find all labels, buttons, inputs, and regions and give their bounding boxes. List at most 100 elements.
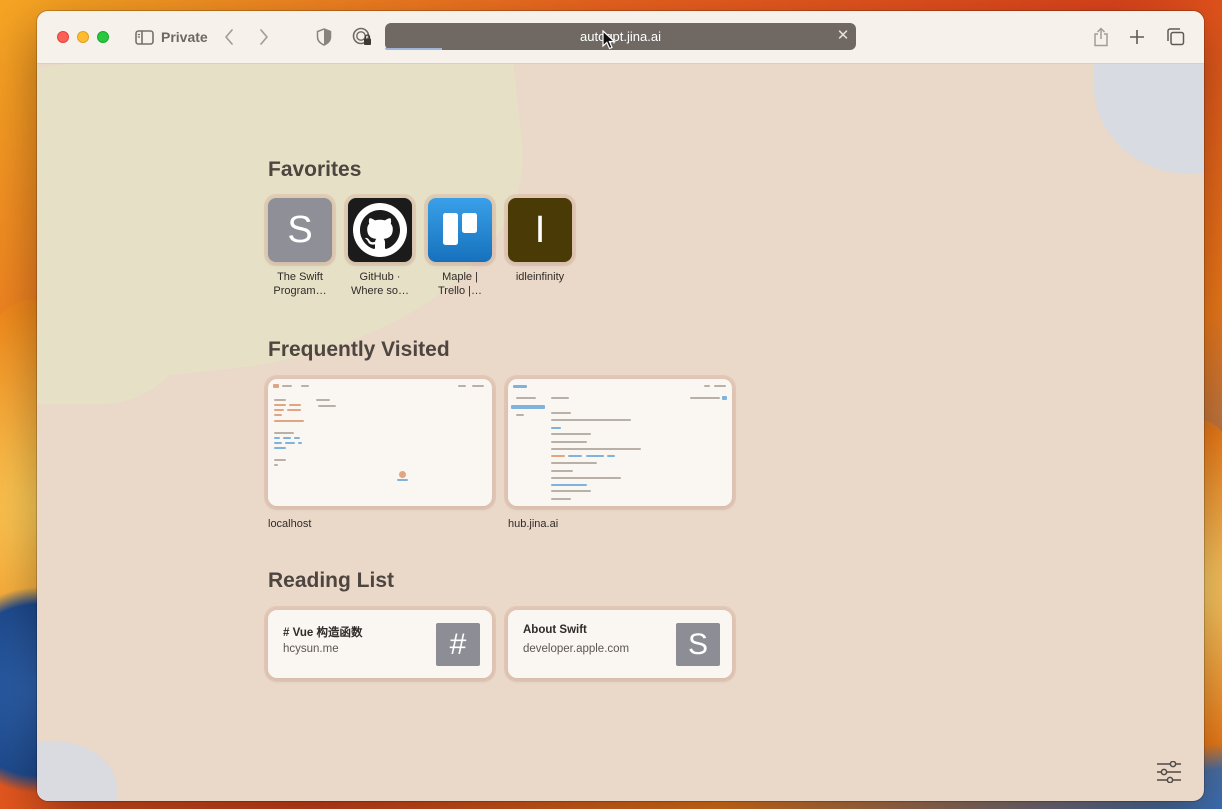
thumbnail-line bbox=[551, 477, 621, 479]
thumbnail-line bbox=[282, 385, 292, 387]
sidebar-toggle-icon[interactable] bbox=[134, 27, 154, 47]
reading-list-item[interactable]: # Vue 构造函数 hcysun.me # bbox=[268, 610, 492, 678]
reading-list-item-domain: hcysun.me bbox=[283, 643, 339, 655]
start-page: Favorites S The Swift Program… GitHub · … bbox=[37, 64, 1204, 801]
thumbnail-line bbox=[316, 399, 330, 401]
frequent-site-localhost[interactable]: localhost bbox=[268, 379, 492, 530]
frequent-site-label: localhost bbox=[268, 518, 312, 530]
favorite-tile: I bbox=[508, 198, 572, 262]
private-browsing-label: Private bbox=[161, 29, 208, 45]
thumbnail-line bbox=[551, 412, 571, 414]
zoom-window-button[interactable] bbox=[97, 31, 109, 43]
back-chevron-icon[interactable] bbox=[221, 27, 237, 47]
trello-logo-icon bbox=[443, 213, 477, 245]
new-tab-plus-icon[interactable] bbox=[1128, 27, 1146, 47]
thumbnail-line bbox=[289, 404, 301, 406]
thumbnail-line bbox=[274, 447, 286, 449]
thumbnail-line bbox=[287, 409, 301, 411]
forward-chevron-icon[interactable] bbox=[256, 27, 272, 47]
share-icon[interactable] bbox=[1092, 27, 1110, 47]
thumbnail-line bbox=[551, 448, 641, 450]
reading-list-item-title: # Vue 构造函数 bbox=[283, 627, 363, 639]
browser-toolbar: Private autogpt.jina.ai ✕ bbox=[37, 11, 1204, 64]
thumbnail-line bbox=[472, 385, 484, 387]
thumbnail-line bbox=[551, 419, 631, 421]
favorite-label-line: Where so… bbox=[350, 285, 410, 297]
address-bar[interactable]: autogpt.jina.ai ✕ bbox=[385, 23, 856, 50]
favorite-label: The Swift Program… bbox=[263, 270, 337, 298]
frequently-visited-heading: Frequently Visited bbox=[268, 338, 450, 361]
close-window-button[interactable] bbox=[57, 31, 69, 43]
customize-start-page-icon[interactable] bbox=[1156, 761, 1182, 783]
thumbnail-line bbox=[285, 442, 295, 444]
favorite-trello[interactable]: Maple | Trello |… bbox=[423, 198, 497, 298]
reading-list-item-title: About Swift bbox=[523, 624, 587, 636]
thumbnail-line bbox=[274, 442, 282, 444]
thumbnail-line bbox=[516, 414, 524, 416]
favorite-label-line: Program… bbox=[273, 285, 327, 297]
favorite-tile-letter: S bbox=[287, 208, 313, 251]
password-lock-icon[interactable] bbox=[352, 27, 372, 47]
reading-list-item-icon: # bbox=[436, 623, 480, 666]
thumbnail-line bbox=[397, 479, 408, 481]
background-shape bbox=[37, 244, 197, 404]
frequent-site-hub-jina[interactable]: hub.jina.ai bbox=[508, 379, 732, 530]
thumbnail-line bbox=[294, 437, 300, 439]
background-shape bbox=[37, 741, 117, 801]
thumbnail-logo bbox=[513, 385, 527, 388]
thumbnail-line bbox=[551, 427, 561, 429]
thumbnail-spinner bbox=[399, 471, 406, 478]
thumbnail-line bbox=[551, 462, 597, 464]
thumbnail-line bbox=[274, 414, 282, 416]
page-thumbnail bbox=[508, 379, 732, 506]
favorites-heading: Favorites bbox=[268, 158, 362, 181]
privacy-shield-icon[interactable] bbox=[315, 27, 333, 47]
favorite-label: GitHub · Where so… bbox=[343, 270, 417, 298]
favorite-tile bbox=[428, 198, 492, 262]
thumbnail-line bbox=[274, 404, 286, 406]
reading-list-item-domain: developer.apple.com bbox=[523, 643, 630, 655]
favorite-label: Maple | Trello |… bbox=[423, 270, 497, 298]
favorite-label-line: GitHub · bbox=[359, 271, 401, 283]
thumbnail-line bbox=[551, 397, 569, 399]
thumbnail-line bbox=[274, 399, 286, 401]
favorite-idleinfinity[interactable]: I idleinfinity bbox=[503, 198, 577, 284]
page-load-progress bbox=[385, 48, 442, 50]
github-logo-icon bbox=[353, 203, 407, 257]
favorite-label-line: Maple | bbox=[442, 271, 478, 283]
thumbnail-line bbox=[551, 441, 587, 443]
thumbnail-line bbox=[704, 385, 710, 387]
thumbnail-line bbox=[551, 498, 571, 500]
thumbnail-logo bbox=[273, 384, 279, 388]
favorite-github[interactable]: GitHub · Where so… bbox=[343, 198, 417, 298]
tab-overview-icon[interactable] bbox=[1165, 27, 1185, 47]
frequent-site-label: hub.jina.ai bbox=[508, 518, 559, 530]
thumbnail-line bbox=[551, 484, 587, 486]
thumbnail-line bbox=[318, 405, 336, 407]
thumbnail-line bbox=[586, 455, 604, 457]
thumbnail-line bbox=[298, 442, 302, 444]
browser-window: Private autogpt.jina.ai ✕ Favorites S Th… bbox=[37, 11, 1204, 801]
reading-list-heading: Reading List bbox=[268, 569, 395, 592]
thumbnail-toggle bbox=[722, 396, 727, 400]
thumbnail-line bbox=[551, 455, 565, 457]
thumbnail-line bbox=[274, 420, 304, 422]
thumbnail-line bbox=[551, 433, 591, 435]
minimize-window-button[interactable] bbox=[77, 31, 89, 43]
thumbnail-line bbox=[458, 385, 466, 387]
thumbnail-line bbox=[301, 385, 309, 387]
address-url-text: autogpt.jina.ai bbox=[580, 29, 661, 44]
page-thumbnail bbox=[268, 379, 492, 506]
close-icon[interactable]: ✕ bbox=[836, 28, 850, 44]
reading-list-item[interactable]: About Swift developer.apple.com S bbox=[508, 610, 732, 678]
thumbnail-line bbox=[511, 405, 545, 409]
thumbnail-line bbox=[714, 385, 726, 387]
thumbnail-line bbox=[690, 397, 720, 399]
thumbnail-line bbox=[274, 432, 294, 434]
thumbnail-line bbox=[551, 490, 591, 492]
favorite-tile-letter: I bbox=[534, 208, 546, 251]
thumbnail-line bbox=[274, 437, 280, 439]
favorite-label-line: The Swift bbox=[277, 271, 323, 283]
thumbnail-line bbox=[274, 409, 284, 411]
favorite-swift[interactable]: S The Swift Program… bbox=[263, 198, 337, 298]
